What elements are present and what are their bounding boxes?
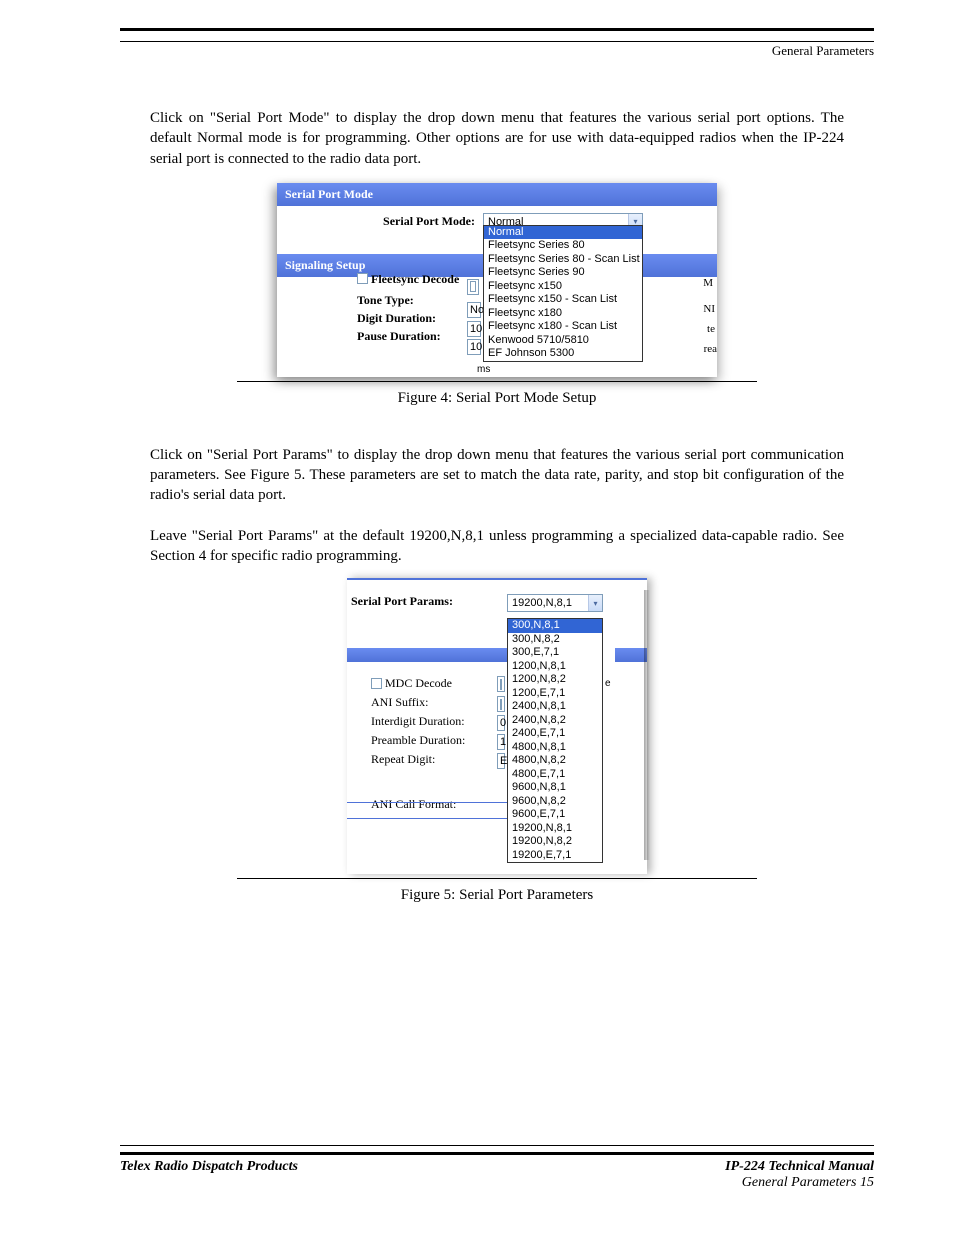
dropdown-item[interactable]: 300,N,8,1 <box>508 619 602 633</box>
dropdown-item[interactable]: 1200,E,7,1 <box>508 687 602 701</box>
footer-left: Telex Radio Dispatch Products <box>120 1159 298 1191</box>
dropdown-item[interactable]: Normal <box>484 226 642 240</box>
label-preamble-duration: Preamble Duration: <box>371 731 465 750</box>
combo-serial-port-params[interactable]: 19200,N,8,1 ▾ <box>507 594 603 612</box>
dropdown-item[interactable]: 2400,N,8,1 <box>508 700 602 714</box>
clipped-rea: rea <box>704 343 717 355</box>
dropdown-item[interactable]: 19200,N,8,1 <box>508 822 602 836</box>
footer-title: IP-224 Technical Manual <box>725 1159 874 1174</box>
dropdown-item[interactable]: EF Johnson 5300 <box>484 347 642 361</box>
footer-page: General Parameters 15 <box>742 1175 874 1190</box>
dropdown-item[interactable]: Fleetsync x180 - Scan List <box>484 320 642 334</box>
combo-value-params: 19200,N,8,1 <box>512 597 572 609</box>
dropdown-item[interactable]: Fleetsync x150 <box>484 280 642 294</box>
dropdown-item[interactable]: 2400,N,8,2 <box>508 714 602 728</box>
panel-header-fragment-right <box>615 648 647 662</box>
dropdown-item[interactable]: Fleetsync Series 80 - Scan List <box>484 253 642 267</box>
header-topic-wrap: General Parameters <box>120 42 874 60</box>
checkbox-fragment[interactable] <box>500 699 502 710</box>
label-digit-duration: Digit Duration: <box>357 311 459 329</box>
clipped-ni: NI <box>703 303 715 315</box>
header-topic: General Parameters <box>772 43 874 58</box>
label-ani-suffix: ANI Suffix: <box>371 693 465 712</box>
label-tone-type: Tone Type: <box>357 293 459 311</box>
checkbox-mdc-decode[interactable] <box>371 678 382 689</box>
dropdown-item[interactable]: 9600,N,8,1 <box>508 781 602 795</box>
unit-ms-fragment: ms <box>477 364 490 375</box>
figure-serial-port-mode: Serial Port Mode Serial Port Mode: Norma… <box>277 183 717 377</box>
checkbox-fleetsync-decode[interactable] <box>357 273 368 284</box>
input-fragment-digit[interactable]: 10 <box>467 321 481 337</box>
checkbox-fragment[interactable] <box>500 679 502 690</box>
figure-caption-1: Figure 4: Serial Port Mode Setup <box>120 390 874 407</box>
label-ani-call-format: ANI Call Format: <box>371 795 465 814</box>
dropdown-item[interactable]: 300,E,7,1 <box>508 646 602 660</box>
figure-serial-port-params: Serial Port Params: 19200,N,8,1 ▾ 300,N,… <box>347 578 647 874</box>
checkbox-fragment[interactable] <box>470 281 476 292</box>
figure-rule-1 <box>237 381 757 382</box>
clipped-m: M <box>703 277 713 289</box>
panel-header-fragment-left <box>347 648 507 662</box>
label-mdc-decode: MDC Decode <box>385 676 452 691</box>
dropdown-item[interactable]: 4800,E,7,1 <box>508 768 602 782</box>
dropdown-item[interactable]: Fleetsync Series 80 <box>484 239 642 253</box>
dropdown-item[interactable]: Kenwood 5710/5810 <box>484 334 642 348</box>
dropdown-item[interactable]: Fleetsync x150 - Scan List <box>484 293 642 307</box>
label-fleetsync-decode: Fleetsync Decode <box>371 273 459 286</box>
input-fragment-interdigit[interactable]: 0 <box>497 715 505 731</box>
label-interdigit-duration: Interdigit Duration: <box>371 712 465 731</box>
dropdown-item[interactable]: 2400,E,7,1 <box>508 727 602 741</box>
body-paragraph-1: Click on "Serial Port Mode" to display t… <box>150 108 844 169</box>
input-fragment-preamble[interactable]: 1 <box>497 734 505 750</box>
label-repeat-digit: Repeat Digit: <box>371 750 465 769</box>
dropdown-serial-port-params[interactable]: 300,N,8,1 300,N,8,2 300,E,7,1 1200,N,8,1… <box>507 618 603 863</box>
dropdown-item[interactable]: 4800,N,8,2 <box>508 754 602 768</box>
clipped-te: te <box>707 323 715 335</box>
dropdown-serial-port-mode[interactable]: Normal Fleetsync Series 80 Fleetsync Ser… <box>483 225 643 362</box>
dropdown-item[interactable]: 4800,N,8,1 <box>508 741 602 755</box>
dropdown-item[interactable]: 9600,E,7,1 <box>508 808 602 822</box>
label-serial-port-params: Serial Port Params: <box>351 594 507 609</box>
dropdown-item[interactable]: 1200,N,8,1 <box>508 660 602 674</box>
input-fragment-pause[interactable]: 10 <box>467 339 481 355</box>
dropdown-item[interactable]: 300,N,8,2 <box>508 633 602 647</box>
label-serial-port-mode: Serial Port Mode: <box>277 214 483 229</box>
dropdown-item[interactable]: 19200,E,7,1 <box>508 849 602 863</box>
panel-header-serial-port-mode: Serial Port Mode <box>277 183 717 206</box>
input-fragment-tone[interactable]: No <box>467 302 481 318</box>
dropdown-item[interactable]: 1200,N,8,2 <box>508 673 602 687</box>
label-pause-duration: Pause Duration: <box>357 329 459 347</box>
dropdown-item[interactable]: 19200,N,8,2 <box>508 835 602 849</box>
clipped-e: e <box>605 678 611 689</box>
dropdown-item[interactable]: 9600,N,8,2 <box>508 795 602 809</box>
dropdown-item[interactable]: Fleetsync Series 90 <box>484 266 642 280</box>
chevron-down-icon[interactable]: ▾ <box>588 595 602 611</box>
dropdown-item[interactable]: Fleetsync x180 <box>484 307 642 321</box>
body-paragraph-2b: Leave "Serial Port Params" at the defaul… <box>150 526 844 567</box>
figure-rule-2 <box>237 878 757 879</box>
figure-caption-2: Figure 5: Serial Port Parameters <box>120 887 874 904</box>
body-paragraph-2a: Click on "Serial Port Params" to display… <box>150 445 844 506</box>
input-fragment-repeat[interactable]: E <box>497 753 505 769</box>
page-footer: Telex Radio Dispatch Products IP-224 Tec… <box>120 1145 874 1191</box>
